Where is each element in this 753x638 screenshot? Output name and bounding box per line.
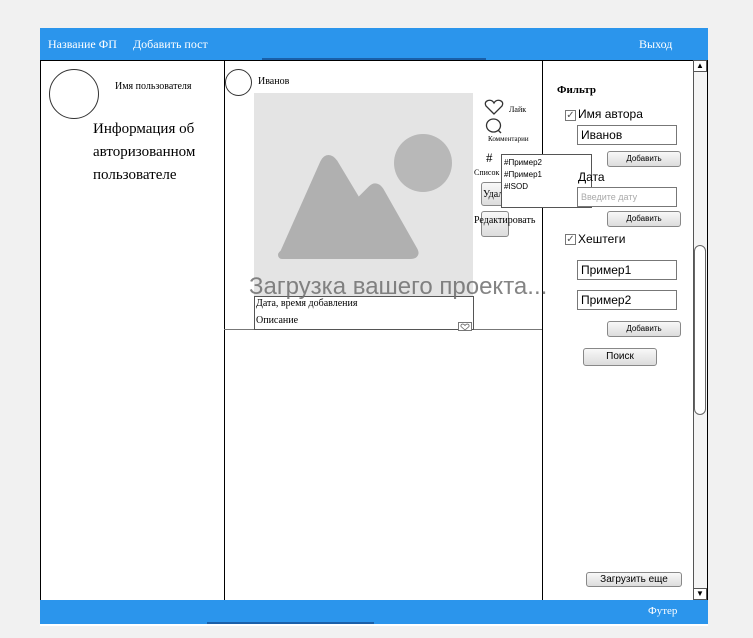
- post-author-name: Иванов: [258, 76, 290, 87]
- hashtag-filter-input-1[interactable]: Пример1: [577, 260, 677, 280]
- author-filter-checkbox[interactable]: ✓: [565, 110, 576, 121]
- scroll-down-arrow-icon[interactable]: ▼: [693, 588, 707, 600]
- date-filter-input[interactable]: Введите дату: [577, 187, 677, 207]
- add-author-button[interactable]: Добавить: [607, 151, 681, 167]
- profile-info: Информация об авторизованном пользовател…: [93, 121, 196, 183]
- hashtag-filter-input-2[interactable]: Пример2: [577, 290, 677, 310]
- top-navbar: Название ФП Добавить пост Выход: [40, 28, 708, 60]
- filter-title: Фильтр: [557, 84, 597, 96]
- author-filter-input[interactable]: Иванов: [577, 125, 677, 145]
- comments-label: Комментарии: [488, 135, 529, 143]
- top-border: [40, 60, 708, 61]
- hashtag-list-item[interactable]: #Пример1: [504, 169, 589, 181]
- post-description: Описание: [256, 315, 299, 326]
- right-border: [707, 60, 708, 600]
- hashtag-icon[interactable]: #: [486, 150, 493, 166]
- profile-column-divider: [224, 60, 225, 600]
- author-filter-label: Имя автора: [578, 107, 643, 121]
- left-border: [40, 60, 41, 600]
- hashtags-filter-label: Хештеги: [578, 232, 626, 246]
- logout-link[interactable]: Выход: [639, 37, 672, 52]
- scrollbar-thumb[interactable]: [694, 245, 706, 415]
- app-name-link[interactable]: Название ФП: [48, 37, 117, 52]
- post-image-placeholder: [254, 93, 473, 300]
- user-avatar: [49, 69, 99, 119]
- post-author-avatar: [225, 69, 252, 96]
- profile-username: Имя пользователя: [115, 81, 192, 92]
- date-filter-label: Дата: [578, 170, 605, 184]
- comment-like-heart-icon[interactable]: [458, 322, 472, 331]
- scroll-up-arrow-icon[interactable]: ▲: [693, 60, 707, 72]
- footer-label: Футер: [648, 605, 678, 617]
- image-placeholder-icon: [278, 134, 452, 259]
- footer-bar: Футер: [40, 600, 708, 624]
- add-post-link[interactable]: Добавить пост: [133, 37, 208, 52]
- comment-bubble-icon[interactable]: [485, 118, 503, 134]
- like-label: Лайк: [509, 105, 527, 114]
- add-date-button[interactable]: Добавить: [607, 211, 681, 227]
- edit-post-label[interactable]: Редактировать: [474, 215, 535, 226]
- feed-column-divider: [542, 60, 543, 603]
- loading-overlay-text: Загрузка вашего проекта...: [249, 273, 548, 300]
- footer-underline: [207, 622, 374, 624]
- add-hashtag-button[interactable]: Добавить: [607, 321, 681, 337]
- load-more-button[interactable]: Загрузить еще: [586, 572, 682, 587]
- hashtag-list-item[interactable]: #Пример2: [504, 157, 589, 169]
- search-button[interactable]: Поиск: [583, 348, 657, 366]
- hashtag-list-label: Список: [474, 168, 500, 177]
- hashtags-filter-checkbox[interactable]: ✓: [565, 234, 576, 245]
- like-heart-icon[interactable]: [484, 99, 504, 116]
